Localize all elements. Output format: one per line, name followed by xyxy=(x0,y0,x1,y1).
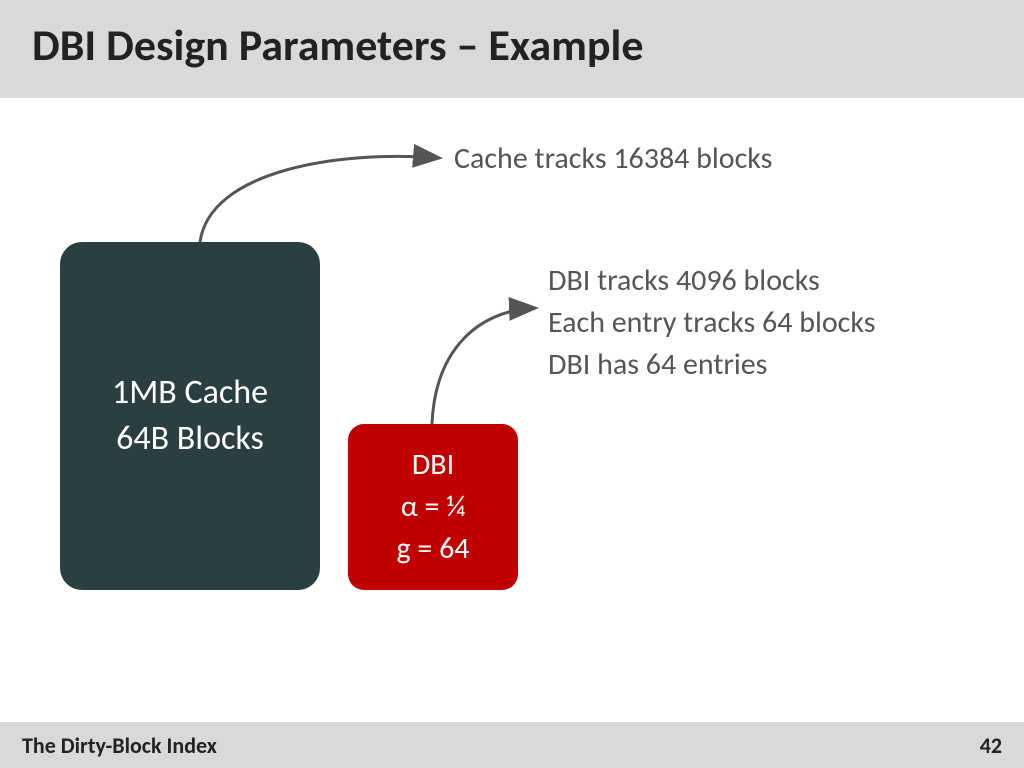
annotation-entry-tracks: Each entry tracks 64 blocks xyxy=(548,302,875,344)
dbi-line-3: g = 64 xyxy=(348,528,518,570)
footer-bar: The Dirty-Block Index 42 xyxy=(0,722,1024,768)
cache-line-1: 1MB Cache xyxy=(60,370,320,416)
dbi-line-2: α = ¼ xyxy=(348,486,518,528)
slide-title: DBI Design Parameters – Example xyxy=(32,18,643,72)
annotation-dbi-tracks: DBI tracks 4096 blocks xyxy=(548,260,875,302)
footer-title: The Dirty-Block Index xyxy=(22,732,217,759)
cache-line-2: 64B Blocks xyxy=(60,416,320,462)
page-number: 42 xyxy=(980,732,1002,759)
annotation-dbi-block: DBI tracks 4096 blocks Each entry tracks… xyxy=(548,260,875,386)
slide: DBI Design Parameters – Example Cache tr… xyxy=(0,0,1024,768)
arrow-cache-to-annotation xyxy=(200,156,440,242)
dbi-line-1: DBI xyxy=(348,444,518,486)
dbi-box: DBI α = ¼ g = 64 xyxy=(348,424,518,590)
annotation-dbi-entries: DBI has 64 entries xyxy=(548,344,875,386)
annotation-cache-tracks: Cache tracks 16384 blocks xyxy=(454,140,772,177)
arrow-dbi-to-annotation xyxy=(432,308,536,424)
cache-box: 1MB Cache 64B Blocks xyxy=(60,242,320,590)
title-bar: DBI Design Parameters – Example xyxy=(0,0,1024,98)
